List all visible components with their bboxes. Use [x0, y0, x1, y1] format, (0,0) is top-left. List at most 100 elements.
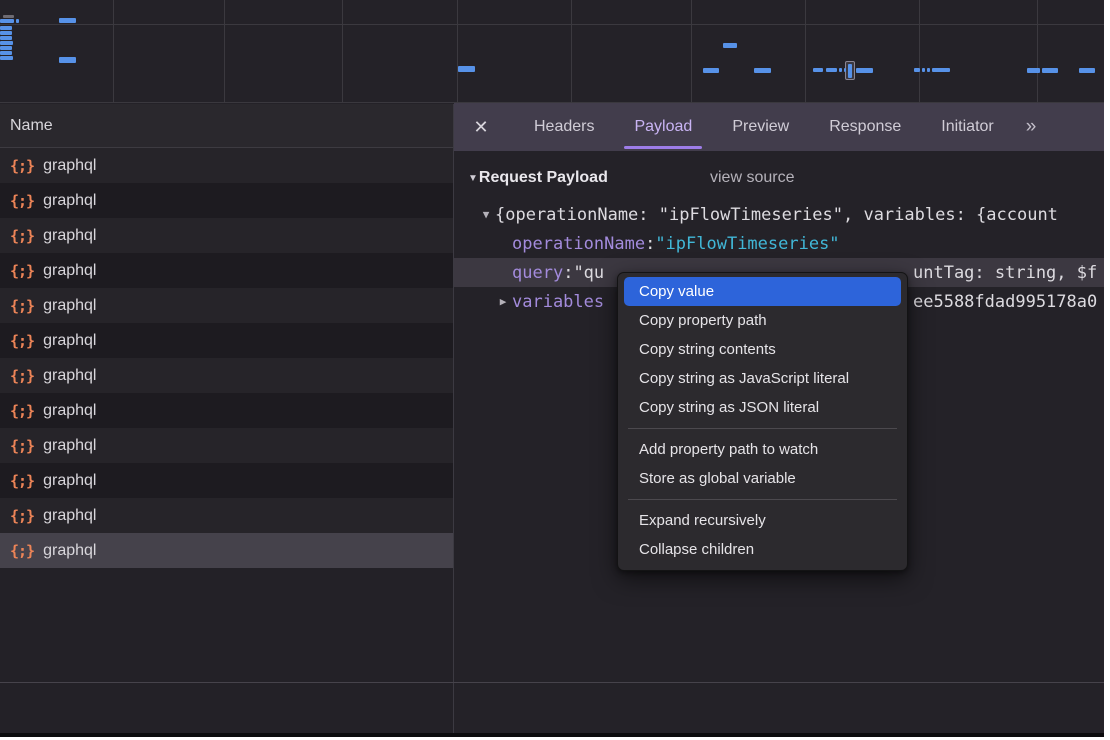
view-source-link[interactable]: view source [710, 163, 794, 193]
waterfall-bar [0, 41, 13, 45]
json-braces-icon: {;} [10, 192, 34, 210]
waterfall-bar [0, 19, 14, 23]
menu-item-copy-value[interactable]: Copy value [624, 277, 901, 306]
waterfall-bar [1079, 68, 1095, 73]
waterfall-bar [848, 64, 852, 78]
tab-payload[interactable]: Payload [634, 103, 692, 151]
menu-item-collapse-children[interactable]: Collapse children [624, 535, 901, 564]
menu-item-copy-string-contents[interactable]: Copy string contents [624, 335, 901, 364]
overview-gridline [805, 0, 806, 103]
waterfall-bar [458, 66, 475, 72]
property-value-continued: ee5588fdad995178a0 [913, 287, 1097, 316]
tree-row-operation-name[interactable]: operationName: "ipFlowTimeseries" [454, 229, 1104, 258]
tab-initiator[interactable]: Initiator [941, 103, 993, 151]
request-row[interactable]: {;}graphql [0, 533, 453, 568]
menu-item-copy-property-path[interactable]: Copy property path [624, 306, 901, 335]
waterfall-bar [754, 68, 771, 73]
waterfall-bar [0, 56, 13, 60]
overview-gridline [113, 0, 114, 103]
json-braces-icon: {;} [10, 472, 34, 490]
waterfall-bar [703, 68, 719, 73]
overview-gridline [457, 0, 458, 103]
waterfall-bar [932, 68, 950, 72]
waterfall-bar [0, 31, 12, 35]
waterfall-bar [0, 26, 12, 30]
request-name: graphql [43, 472, 96, 490]
waterfall-bar [59, 18, 76, 23]
tab-response[interactable]: Response [829, 103, 901, 151]
menu-item-store-as-global-variable[interactable]: Store as global variable [624, 464, 901, 493]
root-preview-text: {operationName: "ipFlowTimeseries", vari… [495, 205, 1058, 225]
request-row[interactable]: {;}graphql [0, 393, 453, 428]
request-payload-section[interactable]: ▼ Request Payload [468, 163, 608, 193]
colon: : [645, 234, 655, 254]
tab-preview[interactable]: Preview [732, 103, 789, 151]
waterfall-bar [16, 19, 19, 23]
request-row[interactable]: {;} graphql [0, 288, 453, 323]
waterfall-bar [59, 57, 76, 63]
request-name: graphql [43, 367, 96, 385]
request-name: graphql [43, 437, 96, 455]
request-row[interactable]: {;} graphql [0, 218, 453, 253]
property-value: "ipFlowTimeseries" [655, 234, 839, 254]
menu-separator [628, 428, 897, 429]
page: Name {;} graphql {;} graphql {;} graphql {;} gr… [0, 0, 1110, 740]
overview-gridline [1037, 0, 1038, 103]
property-value-start: "qu [573, 263, 604, 283]
waterfall-bar [839, 68, 842, 72]
context-menu: Copy valueCopy property pathCopy string … [617, 272, 908, 571]
request-name: graphql [43, 262, 96, 280]
network-overview[interactable] [0, 0, 1104, 103]
request-row[interactable]: {;} graphql [0, 428, 453, 463]
expander-icon[interactable]: ▼ [477, 208, 495, 221]
section-expander-icon: ▼ [468, 173, 478, 184]
request-row[interactable]: {;}graphql [0, 253, 453, 288]
json-braces-icon: {;} [10, 367, 34, 385]
close-icon[interactable]: ✕ [468, 117, 494, 138]
colon: : [563, 263, 573, 283]
request-row[interactable]: {;} graphql [0, 358, 453, 393]
waterfall-bar [914, 68, 920, 72]
detail-tabbar: ✕ Headers Payload Preview Response Initiator… [454, 103, 1104, 151]
overview-gridline [224, 0, 225, 103]
request-row[interactable]: {;} graphql [0, 323, 453, 358]
waterfall-bar [1027, 68, 1040, 73]
property-key: query [512, 263, 563, 283]
json-braces-icon: {;} [10, 227, 34, 245]
expander-icon[interactable]: ▶ [494, 295, 512, 308]
overview-midline [0, 24, 1104, 25]
devtools-window: Name {;} graphql {;} graphql {;} graphql {;} gr… [0, 0, 1104, 737]
overview-gridline [691, 0, 692, 103]
overview-gridline [342, 0, 343, 103]
tab-headers[interactable]: Headers [534, 103, 594, 151]
json-braces-icon: {;} [10, 507, 34, 525]
menu-item-copy-string-as-javascript-literal[interactable]: Copy string as JavaScript literal [624, 364, 901, 393]
overview-gridline [571, 0, 572, 103]
waterfall-bar [826, 68, 837, 72]
json-braces-icon: {;} [10, 297, 34, 315]
request-list-panel: Name {;} graphql {;} graphql {;} graphql {;} gr… [0, 104, 453, 733]
property-value-continued: untTag: string, $f [913, 258, 1097, 287]
property-key: variables [512, 292, 604, 312]
name-column-label: Name [10, 117, 53, 135]
menu-item-copy-string-as-json-literal[interactable]: Copy string as JSON literal [624, 393, 901, 422]
waterfall-bar [813, 68, 823, 72]
request-row[interactable]: {;}graphql [0, 183, 453, 218]
request-row[interactable]: {;} graphql [0, 463, 453, 498]
waterfall-bar [856, 68, 873, 73]
json-braces-icon: {;} [10, 437, 34, 455]
request-name: graphql [43, 227, 96, 245]
request-row[interactable]: {;}graphql [0, 148, 453, 183]
name-column-header[interactable]: Name [0, 104, 453, 148]
menu-item-expand-recursively[interactable]: Expand recursively [624, 506, 901, 535]
request-name: graphql [43, 332, 96, 350]
json-braces-icon: {;} [10, 332, 34, 350]
menu-item-add-property-path-to-watch[interactable]: Add property path to watch [624, 435, 901, 464]
more-tabs-icon[interactable]: » [1026, 116, 1035, 138]
json-braces-icon: {;} [10, 542, 34, 560]
tree-row-root[interactable]: ▼ {operationName: "ipFlowTimeseries", va… [454, 200, 1104, 229]
request-name: graphql [43, 297, 96, 315]
waterfall-bar [0, 36, 12, 40]
waterfall-bar [844, 68, 846, 72]
request-row[interactable]: {;}graphql [0, 498, 453, 533]
